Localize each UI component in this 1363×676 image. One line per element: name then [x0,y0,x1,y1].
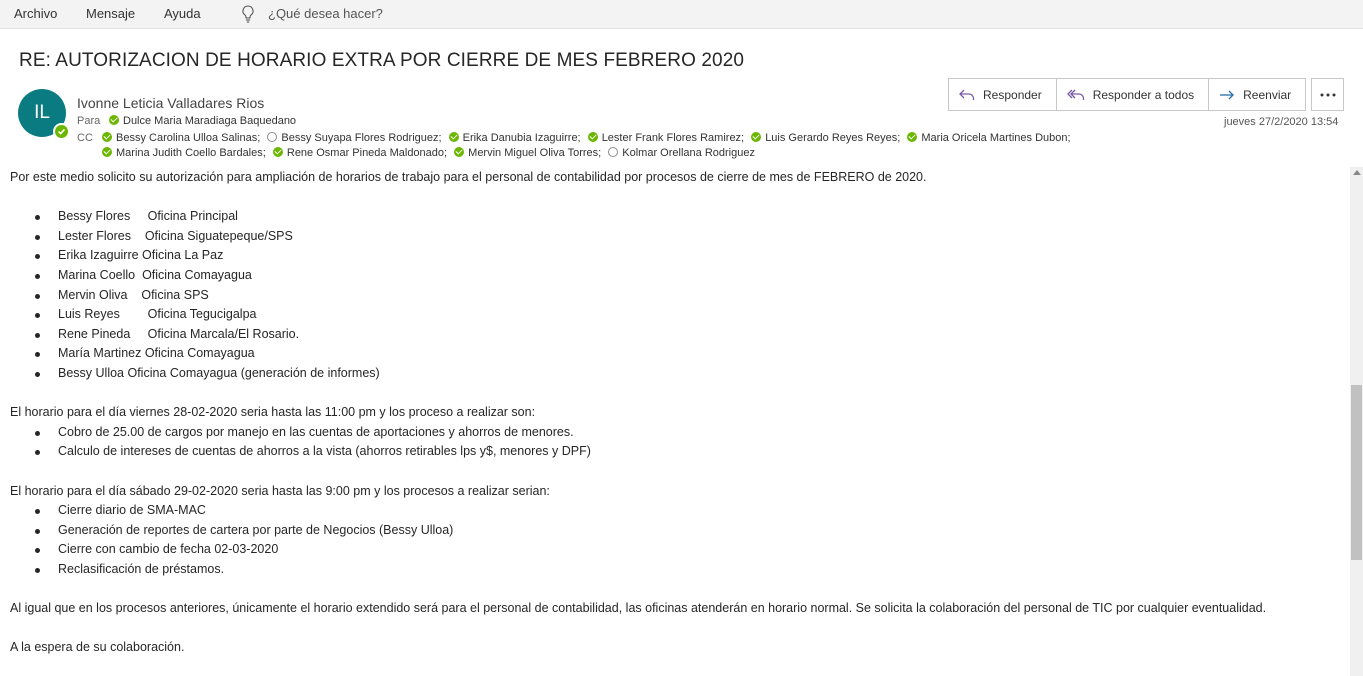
forward-icon [1220,90,1235,99]
action-bar: Responder Responder a todos Reenviar [948,78,1307,111]
tell-me-search[interactable]: ¿Qué desea hacer? [268,6,383,21]
presence-offline-icon [608,147,619,157]
list-item: Luis Reyes Oficina Tegucigalpa [10,305,1340,325]
cc-recipients-line-1: Bessy Carolina Ulloa Salinas; Bessy Suya… [102,132,1075,144]
list-item: Lester Flores Oficina Siguatepeque/SPS [10,227,1340,247]
presence-available-icon [454,147,465,157]
vertical-scrollbar[interactable] [1350,167,1363,676]
list-item: Cobro de 25.00 de cargos por manejo en l… [10,423,1340,443]
scroll-up-icon[interactable] [1353,170,1361,175]
ribbon-bar: Archivo Mensaje Ayuda ¿Qué desea hacer? [0,0,1363,29]
forward-button[interactable]: Reenviar [1209,79,1305,110]
recipient[interactable]: Erika Danubia Izaguirre; [448,132,581,144]
recipient[interactable]: Lester Frank Flores Ramirez; [587,132,744,144]
cc-label: CC [77,132,93,144]
menu-archivo[interactable]: Archivo [14,6,57,21]
reply-all-button[interactable]: Responder a todos [1057,79,1210,110]
signoff: A la espera de su colaboración. [10,640,185,655]
menu-mensaje[interactable]: Mensaje [86,6,135,21]
lightbulb-icon [242,5,254,23]
list-item: Generación de reportes de cartera por pa… [10,521,1340,541]
presence-available-icon [448,132,459,142]
recipient[interactable]: Bessy Suyapa Flores Rodriguez; [267,132,442,144]
body-intro: Por este medio solicito su autorización … [10,170,927,184]
list-item: Reclasificación de préstamos. [10,560,1340,580]
list-item: Marina Coello Oficina Comayagua [10,266,1340,286]
list-item: Mervin Oliva Oficina SPS [10,286,1340,306]
list-item: Bessy Flores Oficina Principal [10,207,1340,227]
cc-recipients-line-2: Marina Judith Coello Bardales; Rene Osma… [102,147,759,159]
presence-available-icon [751,132,762,142]
saturday-task-list: Cierre diario de SMA-MAC Generación de r… [10,501,1340,579]
friday-intro: El horario para el día viernes 28-02-202… [10,405,536,420]
recipient[interactable]: Maria Oricela Martines Dubon; [907,132,1071,144]
list-item: Calculo de intereses de cuentas de ahorr… [10,442,1340,462]
presence-available-icon [109,115,119,125]
closing-paragraph: Al igual que en los procesos anteriores,… [10,601,1267,616]
presence-available-icon [102,132,112,142]
presence-offline-icon [267,132,278,142]
presence-available-icon [53,123,70,140]
list-item: María Martinez Oficina Comayagua [10,344,1340,364]
recipient[interactable]: Marina Judith Coello Bardales; [102,147,266,159]
menu-ayuda[interactable]: Ayuda [164,6,201,21]
presence-available-icon [907,132,918,142]
friday-task-list: Cobro de 25.00 de cargos por manejo en l… [10,423,1340,462]
to-recipients: Dulce Maria Maradiaga Baquedano [109,115,300,127]
recipient[interactable]: Bessy Carolina Ulloa Salinas; [102,132,260,144]
saturday-intro: El horario para el día sábado 29-02-2020… [10,483,550,498]
more-actions-button[interactable] [1311,78,1344,111]
email-subject: RE: AUTORIZACION DE HORARIO EXTRA POR CI… [19,50,745,71]
recipient[interactable]: Rene Osmar Pineda Maldonado; [272,147,447,159]
scrollbar-thumb[interactable] [1351,385,1362,560]
to-label: Para [77,115,101,127]
list-item: Erika Izaguirre Oficina La Paz [10,246,1340,266]
sender-name[interactable]: Ivonne Leticia Valladares Rios [77,95,264,111]
recipient[interactable]: Dulce Maria Maradiaga Baquedano [109,115,296,127]
message-body: Por este medio solicito su autorización … [10,168,1340,658]
more-icon [1320,93,1335,96]
reply-icon [959,89,975,100]
reply-all-icon [1066,89,1084,100]
presence-available-icon [587,132,598,142]
presence-available-icon [102,147,112,157]
recipient[interactable]: Mervin Miguel Oliva Torres; [454,147,601,159]
presence-available-icon [272,147,283,157]
recipient[interactable]: Luis Gerardo Reyes Reyes; [751,132,900,144]
reply-button[interactable]: Responder [949,79,1057,110]
list-item: Bessy Ulloa Oficina Comayagua (generació… [10,364,1340,384]
list-item: Cierre diario de SMA-MAC [10,501,1340,521]
recipient[interactable]: Kolmar Orellana Rodriguez [608,147,755,159]
staff-list: Bessy Flores Oficina Principal Lester Fl… [10,207,1340,383]
sent-date: jueves 27/2/2020 13:54 [1224,116,1339,128]
list-item: Rene Pineda Oficina Marcala/El Rosario. [10,325,1340,345]
list-item: Cierre con cambio de fecha 02-03-2020 [10,540,1340,560]
